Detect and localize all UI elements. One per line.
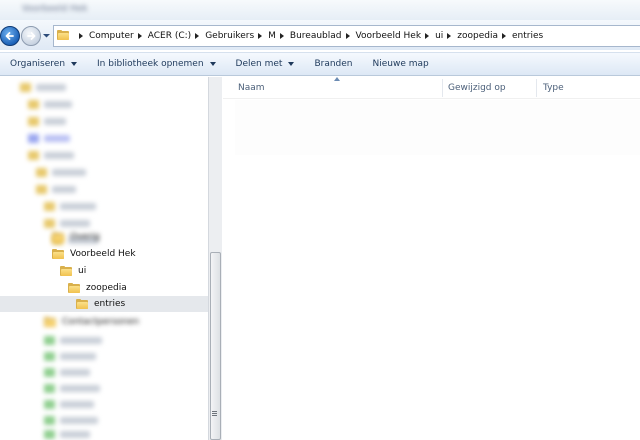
breadcrumb-voorbeeld-hek[interactable]: Voorbeeld Hek (342, 26, 421, 46)
breadcrumb-zoopedia[interactable]: zoopedia (443, 26, 498, 46)
breadcrumb-computer[interactable]: Computer (75, 26, 134, 46)
breadcrumb-gebruikers[interactable]: Gebruikers (191, 26, 254, 46)
blurred-tree-item[interactable] (44, 415, 124, 427)
tree-item-label: Contactpersonen (62, 317, 140, 327)
window-titlebar: Voorbeeld Hek (0, 0, 640, 20)
file-list-pane[interactable]: Naam Gewijzigd op Type (223, 77, 640, 440)
back-arrow-icon (5, 32, 14, 40)
tree-item-label: Overig (70, 232, 100, 242)
new-folder-button[interactable]: Nieuwe map (363, 53, 439, 75)
recent-pages-dropdown-icon[interactable] (42, 31, 51, 40)
navigation-pane[interactable]: Overig Voorbeeld Hek ui zoopedia entries… (0, 77, 208, 440)
new-folder-label: Nieuwe map (372, 59, 429, 69)
library-label: In bibliotheek opnemen (97, 59, 204, 69)
folder-icon (52, 232, 64, 242)
folder-icon (76, 299, 88, 309)
blurred-tree-item[interactable] (44, 399, 124, 411)
tree-item-label: entries (94, 299, 126, 309)
column-header-label: Naam (238, 83, 265, 93)
burn-button[interactable]: Branden (304, 53, 362, 75)
breadcrumb-entries[interactable]: entries (498, 26, 543, 46)
blurred-tree-item[interactable] (44, 351, 124, 363)
column-header-type[interactable]: Type (536, 77, 640, 99)
include-in-library-button[interactable]: In bibliotheek opnemen (87, 53, 226, 75)
address-bar[interactable]: Computer ACER (C:) Gebruikers M Bureaubl… (53, 25, 640, 47)
contacts-icon (44, 317, 56, 327)
column-header-label: Type (543, 83, 564, 93)
chevron-down-icon (288, 62, 295, 66)
column-headers: Naam Gewijzigd op Type (223, 77, 640, 99)
blurred-tree-item[interactable] (44, 201, 114, 213)
tree-item-label: Voorbeeld Hek (70, 249, 136, 259)
blurred-tree-item[interactable] (28, 150, 98, 162)
tree-item-contactpersonen[interactable]: Contactpersonen (44, 314, 139, 330)
blurred-tree-item[interactable] (44, 429, 124, 440)
blurred-tree-item[interactable] (36, 167, 106, 179)
address-row: Computer ACER (C:) Gebruikers M Bureaubl… (0, 20, 640, 50)
blurred-tree-item[interactable] (44, 367, 124, 379)
organize-label: Organiseren (10, 59, 66, 69)
folder-icon (57, 30, 71, 42)
share-with-button[interactable]: Delen met (226, 53, 305, 75)
blurred-tree-item[interactable] (44, 335, 124, 347)
back-button[interactable] (0, 26, 20, 46)
scrollbar-grip-icon (212, 411, 217, 417)
chevron-down-icon (71, 62, 78, 66)
breadcrumb-bureaublad[interactable]: Bureaublad (276, 26, 342, 46)
blurred-tree-item[interactable] (28, 116, 88, 128)
column-header-name[interactable]: Naam (231, 77, 443, 99)
chevron-down-icon (209, 62, 216, 66)
folder-icon (60, 266, 72, 276)
window-title: Voorbeeld Hek (22, 4, 88, 14)
tree-item-ui[interactable]: ui (60, 263, 86, 279)
blurred-tree-item[interactable] (20, 82, 80, 94)
organize-button[interactable]: Organiseren (0, 53, 87, 75)
tree-item-label: ui (78, 266, 87, 276)
empty-file-list (235, 100, 640, 155)
folder-icon (68, 283, 80, 293)
breadcrumb-ui[interactable]: ui (421, 26, 443, 46)
blurred-tree-item[interactable] (28, 99, 88, 111)
breadcrumb-acer[interactable]: ACER (C:) (134, 26, 191, 46)
blurred-tree-item[interactable] (36, 184, 106, 196)
column-header-modified[interactable]: Gewijzigd op (441, 77, 537, 99)
blurred-tree-item[interactable] (28, 133, 98, 145)
share-label: Delen met (235, 59, 283, 69)
breadcrumb-m[interactable]: M (254, 26, 276, 46)
tree-item-label: zoopedia (86, 283, 127, 293)
forward-button[interactable] (21, 26, 41, 46)
tree-item-overig[interactable]: Overig (52, 229, 100, 245)
tree-item-entries[interactable]: entries (0, 296, 208, 312)
forward-arrow-icon (27, 32, 36, 40)
column-header-label: Gewijzigd op (448, 83, 506, 93)
burn-label: Branden (314, 59, 353, 69)
tree-item-zoopedia[interactable]: zoopedia (68, 280, 127, 296)
blurred-tree-item[interactable] (44, 383, 124, 395)
command-bar: Organiseren In bibliotheek opnemen Delen… (0, 52, 640, 76)
navigation-scrollbar[interactable] (208, 77, 222, 440)
tree-item-voorbeeld-hek[interactable]: Voorbeeld Hek (52, 246, 136, 262)
folder-icon (52, 249, 64, 259)
